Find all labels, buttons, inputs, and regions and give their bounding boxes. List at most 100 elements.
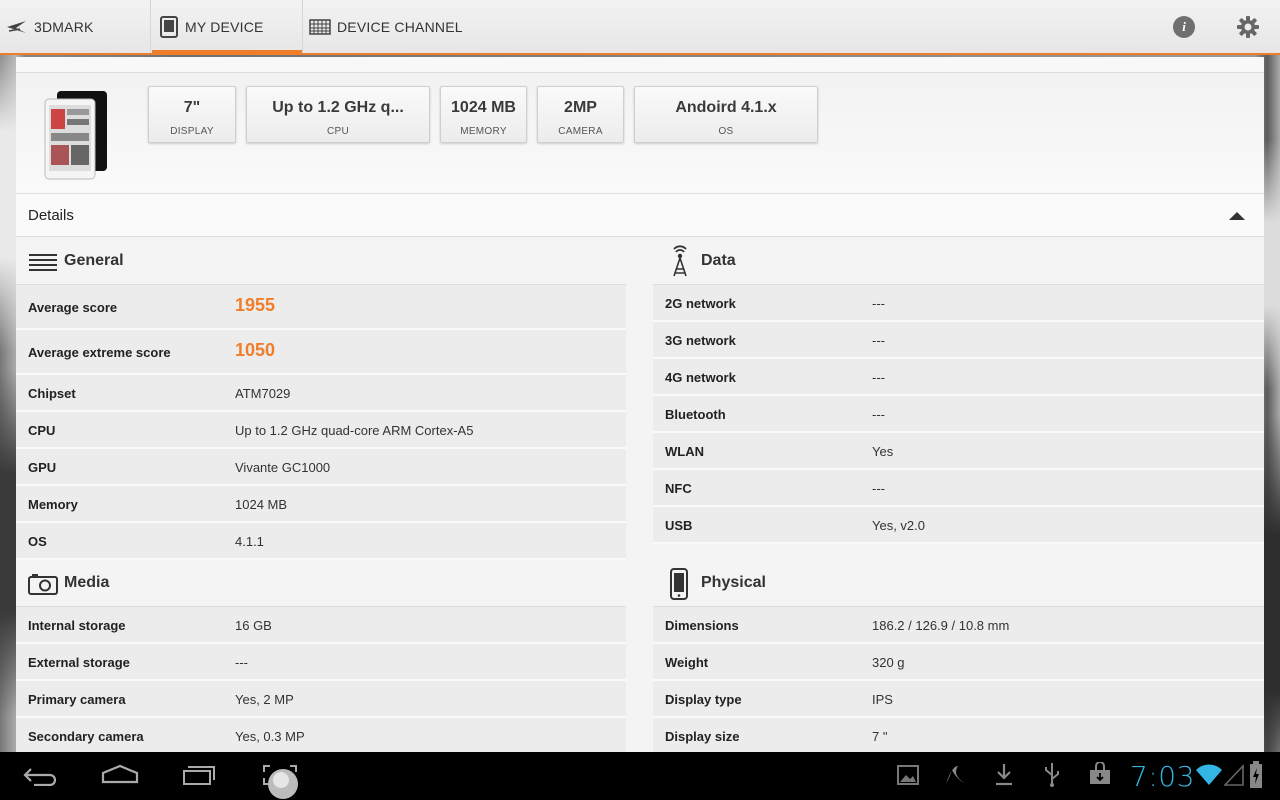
back-icon[interactable] xyxy=(22,764,58,786)
table-row: Average score 1955 xyxy=(16,285,626,330)
row-key: Chipset xyxy=(28,386,76,401)
spec-value: Andoird 4.1.x xyxy=(675,99,777,116)
spec-card-display: 7" DISPLAY xyxy=(148,86,236,143)
phone-icon xyxy=(670,568,688,600)
signal-icon xyxy=(1224,764,1244,786)
row-value: 16 GB xyxy=(235,618,272,633)
row-key: Bluetooth xyxy=(665,407,726,422)
table-row: OS 4.1.1 xyxy=(16,523,626,560)
row-key: Secondary camera xyxy=(28,729,144,744)
spec-key: OS xyxy=(718,126,734,137)
table-row: Secondary camera Yes, 0.3 MP xyxy=(16,718,626,752)
table-row: Memory 1024 MB xyxy=(16,486,626,523)
row-value: --- xyxy=(872,296,885,311)
row-key: Average score xyxy=(28,300,118,315)
settings-button[interactable] xyxy=(1237,16,1259,38)
screenshot-icon[interactable] xyxy=(262,764,302,800)
camera-icon xyxy=(28,574,58,595)
info-icon[interactable]: i xyxy=(1173,16,1195,38)
tab-label: DEVICE CHANNEL xyxy=(337,18,463,35)
row-value: Yes xyxy=(872,444,894,459)
spec-card-memory: 1024 MB MEMORY xyxy=(440,86,527,143)
section-title: Media xyxy=(64,574,110,591)
table-row: Average extreme score 1050 xyxy=(16,330,626,375)
table-row: External storage --- xyxy=(16,644,626,681)
spec-value: 7" xyxy=(183,99,201,116)
spec-value: 2MP xyxy=(564,99,597,116)
table-row: Dimensions 186.2 / 126.9 / 10.8 mm xyxy=(653,607,1264,644)
row-value: 4.1.1 xyxy=(235,534,264,549)
collapse-triangle-icon[interactable] xyxy=(1228,211,1246,221)
section-title: General xyxy=(64,252,124,269)
row-value: --- xyxy=(872,370,885,385)
tab-label: 3DMARK xyxy=(34,18,94,35)
row-key: Internal storage xyxy=(28,618,126,633)
section-title: Data xyxy=(701,252,736,269)
device-panel: 7" DISPLAY Up to 1.2 GHz q... CPU 1024 M… xyxy=(16,57,1264,752)
recent-apps-icon[interactable] xyxy=(182,763,218,785)
row-value: Yes, v2.0 xyxy=(872,518,926,533)
row-value: Vivante GC1000 xyxy=(235,460,331,475)
row-key: USB xyxy=(665,518,693,533)
row-key: WLAN xyxy=(665,444,704,459)
row-key: Display size xyxy=(665,729,740,744)
table-row: Display size 7 " xyxy=(653,718,1264,752)
table-row: NFC --- xyxy=(653,470,1264,507)
tab-3dmark[interactable]: 3DMARK xyxy=(0,0,151,53)
section-title: Physical xyxy=(701,574,766,591)
table-row: 2G network --- xyxy=(653,285,1264,322)
row-value: Up to 1.2 GHz quad-core ARM Cortex-A5 xyxy=(235,423,474,438)
table-row: CPU Up to 1.2 GHz quad-core ARM Cortex-A… xyxy=(16,412,626,449)
usb-icon xyxy=(1045,763,1059,787)
row-key: Dimensions xyxy=(665,618,739,633)
row-value: 186.2 / 126.9 / 10.8 mm xyxy=(872,618,1010,633)
device-image xyxy=(44,91,107,180)
details-header[interactable]: Details xyxy=(16,194,1264,237)
3dmark-notification-icon xyxy=(946,766,966,784)
panel-top-strip xyxy=(16,57,1264,73)
row-key: External storage xyxy=(28,655,130,670)
row-value: 1024 MB xyxy=(235,497,288,512)
row-key: 3G network xyxy=(665,333,736,348)
row-key: 2G network xyxy=(665,296,736,311)
gear-icon xyxy=(1237,16,1259,38)
table-row: WLAN Yes xyxy=(653,433,1264,470)
table-row: Primary camera Yes, 2 MP xyxy=(16,681,626,718)
row-value: Yes, 2 MP xyxy=(235,692,294,707)
section-physical-header: Physical xyxy=(653,560,1264,607)
row-key: GPU xyxy=(28,460,57,475)
3dmark-logo-icon xyxy=(7,20,26,33)
table-row: Bluetooth --- xyxy=(653,396,1264,433)
spec-card-os: Andoird 4.1.x OS xyxy=(634,86,818,143)
row-key: Display type xyxy=(665,692,742,707)
tablet-icon xyxy=(160,15,178,38)
table-row: GPU Vivante GC1000 xyxy=(16,449,626,486)
device-grid-icon xyxy=(309,18,331,35)
row-key: Average extreme score xyxy=(28,345,171,360)
table-row: Internal storage 16 GB xyxy=(16,607,626,644)
table-row: Chipset ATM7029 xyxy=(16,375,626,412)
row-key: Primary camera xyxy=(28,692,126,707)
row-value: --- xyxy=(872,481,885,496)
table-row: USB Yes, v2.0 xyxy=(653,507,1264,544)
tab-my-device[interactable]: MY DEVICE xyxy=(152,0,303,55)
system-navigation-bar: 7:03 xyxy=(0,752,1280,800)
row-value: 320 g xyxy=(872,655,905,670)
spec-key: CPU xyxy=(326,126,349,137)
row-key: CPU xyxy=(28,423,56,438)
table-row: 3G network --- xyxy=(653,322,1264,359)
row-key: Memory xyxy=(28,497,78,512)
row-value: --- xyxy=(235,655,248,670)
row-value: 7 " xyxy=(872,729,888,744)
wifi-icon xyxy=(1196,764,1222,785)
row-key: 4G network xyxy=(665,370,736,385)
row-value: 1050 xyxy=(235,340,276,360)
row-value: IPS xyxy=(872,692,893,707)
section-data-header: Data xyxy=(653,238,1264,285)
store-download-icon xyxy=(1090,762,1110,784)
home-icon[interactable] xyxy=(101,764,139,784)
image-notification-icon xyxy=(897,765,919,785)
table-row: Display type IPS xyxy=(653,681,1264,718)
tab-device-channel[interactable]: DEVICE CHANNEL xyxy=(304,0,504,53)
